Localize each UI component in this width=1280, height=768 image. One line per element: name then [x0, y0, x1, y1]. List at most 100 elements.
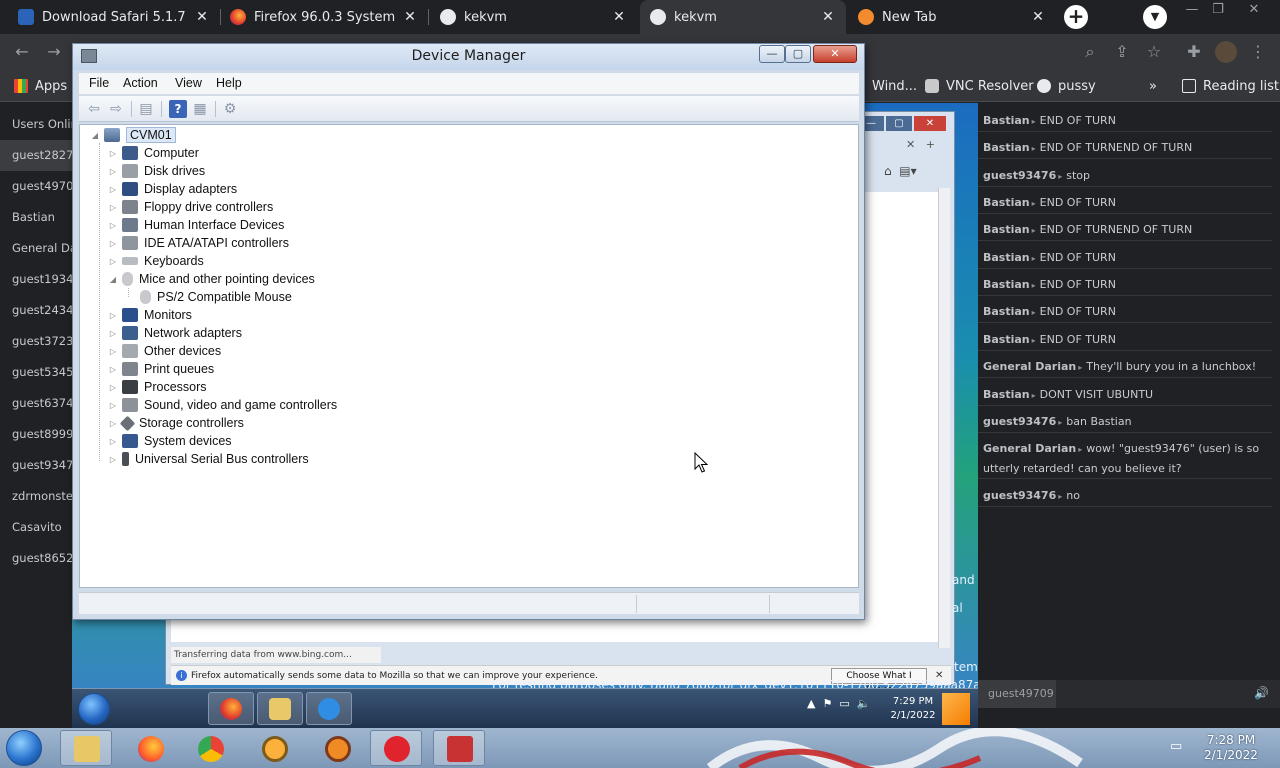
maximize-icon[interactable]: ▢ — [886, 116, 912, 131]
vm-task-explorer[interactable] — [257, 692, 303, 725]
close-icon[interactable]: ✕ — [914, 116, 946, 131]
close-tab-icon[interactable]: ✕ — [1030, 9, 1046, 25]
firefox-scrollbar[interactable] — [938, 188, 950, 648]
title-bar[interactable]: Device Manager — ▢ ✕ — [73, 44, 864, 70]
list-item-user[interactable]: General Darian — [0, 233, 72, 264]
expand-arrow-icon[interactable]: ▷ — [108, 437, 118, 446]
tab-search-button[interactable]: ▼ — [1143, 5, 1167, 29]
expand-arrow-icon[interactable]: ▷ — [108, 149, 118, 158]
network-icon[interactable]: ▭ — [1170, 739, 1188, 755]
vm-clock[interactable]: 7:29 PM 2/1/2022 — [884, 695, 942, 723]
tree-node[interactable]: ▷ Processors — [108, 378, 207, 396]
help-icon[interactable]: ? — [169, 100, 187, 118]
reading-list-button[interactable]: Reading list — [1182, 77, 1279, 95]
vm-task-ie[interactable] — [306, 692, 352, 725]
menu-action[interactable]: Action — [123, 76, 158, 90]
vm-task-firefox[interactable] — [208, 692, 254, 725]
expand-arrow-icon[interactable]: ▷ — [108, 185, 118, 194]
tree-node[interactable]: ▷ Other devices — [108, 342, 221, 360]
restore-icon[interactable]: ❐ — [1207, 2, 1229, 18]
tree-node[interactable]: ▷ Human Interface Devices — [108, 216, 284, 234]
list-item-user[interactable]: guest282735 — [0, 140, 72, 171]
tree-node[interactable]: ▷ Disk drives — [108, 162, 205, 180]
show-hide-console-tree-icon[interactable]: ▤ — [137, 100, 155, 118]
expand-arrow-icon[interactable]: ▷ — [108, 419, 118, 428]
bookmark-star-icon[interactable]: ☆ — [1144, 42, 1164, 62]
close-window-icon[interactable]: ✕ — [1243, 2, 1265, 18]
tree-node[interactable]: ▷ Keyboards — [108, 252, 204, 270]
show-hidden-icons[interactable]: ▲ — [807, 697, 815, 710]
minimize-icon[interactable]: — — [1181, 2, 1203, 18]
show-desktop-button[interactable] — [942, 693, 970, 725]
expand-arrow-icon[interactable]: ▷ — [108, 221, 118, 230]
chat-username-label[interactable]: guest49709 — [978, 680, 1056, 708]
expand-arrow-icon[interactable]: ▷ — [108, 239, 118, 248]
taskbar-brave-2[interactable] — [311, 730, 363, 766]
tab-kekvm-active[interactable]: kekvm ✕ — [640, 0, 846, 34]
expand-arrow-icon[interactable]: ▷ — [108, 365, 118, 374]
tree-node[interactable]: ▷ Sound, video and game controllers — [108, 396, 337, 414]
list-item-user[interactable]: guest899921 — [0, 419, 72, 450]
close-tab-icon[interactable]: ✕ — [611, 9, 627, 25]
extensions-icon[interactable]: ✚ — [1184, 42, 1204, 62]
new-tab-button[interactable]: + — [1064, 5, 1088, 29]
list-item-user[interactable]: guest93476 — [0, 450, 72, 481]
list-item-user[interactable]: guest865217 — [0, 543, 72, 574]
tree-root-cvm01[interactable]: ◢ CVM01 — [90, 126, 176, 144]
taskbar-brave[interactable] — [248, 730, 300, 766]
close-tab-icon[interactable]: ✕ — [906, 138, 915, 151]
home-icon[interactable]: ⌂ — [884, 164, 892, 178]
expand-arrow-icon[interactable]: ▷ — [108, 383, 118, 392]
forward-arrow-icon[interactable]: ⇨ — [107, 100, 125, 118]
tab-kekvm-1[interactable]: kekvm ✕ — [430, 0, 637, 34]
forward-icon[interactable]: → — [44, 42, 64, 62]
tab-download-safari[interactable]: Download Safari 5.1.7 for Wi ✕ — [8, 0, 220, 34]
tree-node[interactable]: ▷ Monitors — [108, 306, 192, 324]
tab-firefox-requirements[interactable]: Firefox 96.0.3 System Requir ✕ — [220, 0, 428, 34]
tree-node[interactable]: ▷ System devices — [108, 432, 232, 450]
tree-node[interactable]: ▷ Print queues — [108, 360, 214, 378]
back-icon[interactable]: ← — [12, 42, 32, 62]
tree-node[interactable]: ▷ Floppy drive controllers — [108, 198, 273, 216]
taskbar-opera[interactable] — [370, 730, 422, 766]
tab-new-tab[interactable]: New Tab ✕ — [848, 0, 1056, 34]
network-icon[interactable]: ▭ — [839, 697, 849, 710]
close-tab-icon[interactable]: ✕ — [820, 9, 836, 25]
tree-node[interactable]: ▷ Universal Serial Bus controllers — [108, 450, 309, 468]
expand-arrow-icon[interactable]: ▷ — [108, 203, 118, 212]
list-item-user[interactable]: zdrmonster — [0, 481, 72, 512]
list-item-user[interactable]: guest534531 — [0, 357, 72, 388]
list-item-user[interactable]: guest193421 — [0, 264, 72, 295]
menu-help[interactable]: Help — [216, 76, 242, 90]
start-button[interactable] — [6, 730, 42, 766]
tree-node[interactable]: ▷ Display adapters — [108, 180, 237, 198]
new-tab-icon[interactable]: + — [926, 138, 935, 151]
chat-message-input[interactable] — [1058, 682, 1246, 706]
tree-node[interactable]: ▷ Network adapters — [108, 324, 242, 342]
bookmark-apps[interactable]: Apps — [14, 77, 67, 95]
bookmarks-overflow-button[interactable]: » — [1149, 77, 1157, 95]
expand-arrow-icon[interactable]: ▷ — [108, 311, 118, 320]
tree-node[interactable]: ▷ Computer — [108, 144, 199, 162]
vm-start-button[interactable] — [78, 693, 110, 725]
bookmarks-menu-icon[interactable]: ▤▾ — [899, 164, 916, 178]
minimize-icon[interactable]: — — [759, 45, 785, 63]
menu-file[interactable]: File — [89, 76, 109, 90]
close-tab-icon[interactable]: ✕ — [194, 9, 210, 25]
list-item-user[interactable]: guest372351 — [0, 326, 72, 357]
host-clock[interactable]: 7:28 PM 2/1/2022 — [1194, 733, 1268, 763]
list-item-user[interactable]: guest243417 — [0, 295, 72, 326]
volume-icon[interactable]: 🔈 — [857, 697, 871, 710]
menu-view[interactable]: View — [175, 76, 202, 90]
expand-arrow-icon[interactable]: ▷ — [108, 167, 118, 176]
show-action-pane-icon[interactable]: ▦ — [191, 100, 209, 118]
tree-node-child[interactable]: PS/2 Compatible Mouse — [140, 288, 292, 306]
taskbar-chrome[interactable] — [184, 730, 236, 766]
taskbar-toolbox[interactable] — [433, 730, 485, 766]
list-item-user[interactable]: Casavito — [0, 512, 72, 543]
taskbar-firefox[interactable] — [124, 730, 176, 766]
tree-node[interactable]: ▷ IDE ATA/ATAPI controllers — [108, 234, 289, 252]
bookmark-vnc-resolver[interactable]: VNC Resolver — [925, 77, 1034, 95]
back-arrow-icon[interactable]: ⇦ — [85, 100, 103, 118]
taskbar-file-explorer[interactable] — [60, 730, 112, 766]
